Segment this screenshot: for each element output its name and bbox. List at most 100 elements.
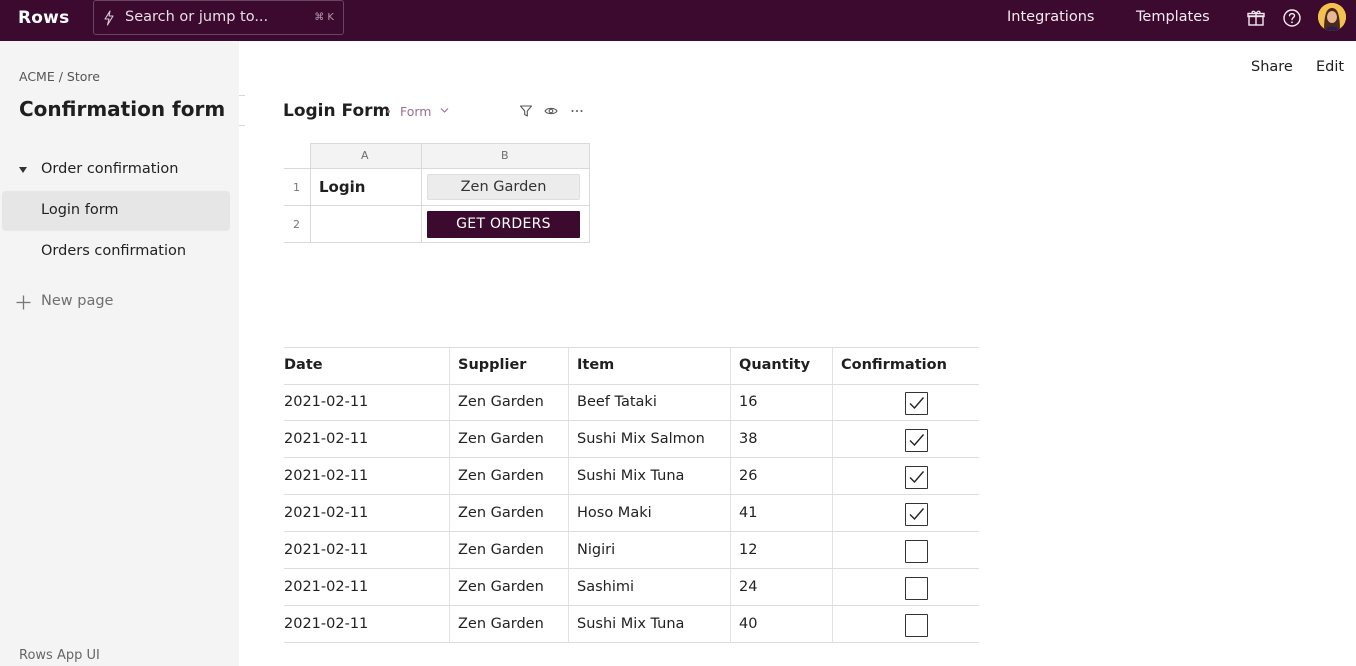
table-rule	[284, 347, 979, 348]
caret-down-icon[interactable]	[19, 167, 27, 173]
rows-logo[interactable]: Rows	[18, 8, 69, 28]
grid-line	[421, 143, 422, 243]
cell-supplier[interactable]: Zen Garden	[458, 542, 544, 558]
cell-supplier[interactable]: Zen Garden	[458, 394, 544, 410]
search-shortcut: ⌘ K	[314, 12, 334, 23]
cell-quantity[interactable]: 41	[739, 505, 757, 521]
checkmark-icon	[909, 508, 925, 521]
user-avatar[interactable]	[1318, 3, 1346, 31]
nav-integrations[interactable]: Integrations	[1007, 9, 1094, 25]
table-row: 2021-02-11 Zen Garden Hoso Maki 41	[284, 495, 979, 532]
column-header-confirmation[interactable]: Confirmation	[841, 357, 947, 373]
help-icon[interactable]	[1282, 8, 1302, 28]
cell-quantity[interactable]: 38	[739, 431, 757, 447]
edit-button[interactable]: Edit	[1316, 59, 1344, 75]
cell-item[interactable]: Hoso Maki	[577, 505, 652, 521]
row-header-2[interactable]: 2	[293, 218, 300, 231]
cell-item[interactable]: Beef Tataki	[577, 394, 657, 410]
cell-date[interactable]: 2021-02-11	[284, 394, 368, 410]
new-page-button[interactable]: New page	[41, 293, 113, 309]
cell-item[interactable]: Sashimi	[577, 579, 634, 595]
grid-line	[589, 143, 590, 243]
grid-line	[284, 242, 590, 243]
checkmark-icon	[909, 397, 925, 410]
chevron-down-icon[interactable]	[440, 107, 449, 114]
cell-date[interactable]: 2021-02-11	[284, 616, 368, 632]
grid-line	[284, 168, 590, 169]
bolt-icon	[104, 10, 114, 26]
sidebar-divider-tick	[239, 125, 245, 126]
search-box[interactable]: Search or jump to... ⌘ K	[93, 0, 344, 35]
column-header-item[interactable]: Item	[577, 357, 614, 373]
checkmark-icon	[909, 434, 925, 447]
confirmation-checkbox[interactable]	[905, 577, 928, 600]
confirmation-checkbox[interactable]	[905, 614, 928, 637]
cell-item[interactable]: Nigiri	[577, 542, 615, 558]
cell-date[interactable]: 2021-02-11	[284, 431, 368, 447]
column-header-bar	[310, 143, 590, 168]
form-type-dropdown[interactable]: Form	[400, 104, 432, 119]
cell-date[interactable]: 2021-02-11	[284, 579, 368, 595]
cell-quantity[interactable]: 16	[739, 394, 757, 410]
form-title: Login Form	[283, 101, 391, 121]
cell-item[interactable]: Sushi Mix Salmon	[577, 431, 705, 447]
row-header-1[interactable]: 1	[293, 181, 300, 194]
more-options-icon[interactable]	[570, 104, 584, 118]
table-row: 2021-02-11 Zen Garden Nigiri 12	[284, 532, 979, 569]
nav-templates[interactable]: Templates	[1136, 9, 1210, 25]
cell-item[interactable]: Sushi Mix Tuna	[577, 468, 684, 484]
sidebar-item-login-form[interactable]: Login form	[41, 202, 119, 218]
gift-icon[interactable]	[1246, 8, 1266, 28]
grid-line	[310, 143, 311, 243]
top-bar: Rows Search or jump to... ⌘ K Integratio…	[0, 0, 1356, 41]
document-title: Confirmation form	[19, 97, 226, 121]
cell-supplier[interactable]: Zen Garden	[458, 616, 544, 632]
sidebar-divider-tick	[239, 95, 245, 96]
cell-quantity[interactable]: 26	[739, 468, 757, 484]
checkmark-icon	[909, 471, 925, 484]
share-button[interactable]: Share	[1251, 59, 1293, 75]
cell-quantity[interactable]: 24	[739, 579, 757, 595]
search-placeholder: Search or jump to...	[125, 9, 269, 25]
column-header-b[interactable]: B	[501, 149, 509, 162]
grid-line	[310, 143, 590, 144]
cell-quantity[interactable]: 40	[739, 616, 757, 632]
filter-icon[interactable]	[519, 104, 533, 118]
table-row: 2021-02-11 Zen Garden Sashimi 24	[284, 569, 979, 606]
footer-label: Rows App UI	[19, 648, 100, 663]
cell-quantity[interactable]: 12	[739, 542, 757, 558]
cell-supplier[interactable]: Zen Garden	[458, 431, 544, 447]
eye-icon[interactable]	[544, 104, 558, 118]
login-form-grid: A B 1 2 Login Zen Garden GET ORDERS	[284, 143, 590, 243]
cell-supplier[interactable]: Zen Garden	[458, 579, 544, 595]
plus-icon[interactable]	[16, 295, 31, 310]
login-label: Login	[319, 178, 366, 196]
cell-supplier[interactable]: Zen Garden	[458, 505, 544, 521]
table-rule	[284, 642, 979, 643]
column-header-supplier[interactable]: Supplier	[458, 357, 526, 373]
separator-dot	[387, 110, 390, 113]
cell-date[interactable]: 2021-02-11	[284, 468, 368, 484]
sidebar-section-order-confirmation[interactable]: Order confirmation	[41, 161, 178, 177]
breadcrumb[interactable]: ACME / Store	[19, 69, 100, 84]
sidebar: ACME / Store Confirmation form Order con…	[0, 41, 239, 666]
cell-date[interactable]: 2021-02-11	[284, 542, 368, 558]
cell-item[interactable]: Sushi Mix Tuna	[577, 616, 684, 632]
column-header-a[interactable]: A	[361, 149, 369, 162]
grid-line	[284, 205, 590, 206]
column-header-quantity[interactable]: Quantity	[739, 357, 810, 373]
table-row: 2021-02-11 Zen Garden Beef Tataki 16	[284, 384, 979, 421]
column-header-date[interactable]: Date	[284, 357, 323, 373]
confirmation-checkbox-checked[interactable]	[905, 466, 928, 489]
table-row: 2021-02-11 Zen Garden Sushi Mix Tuna 40	[284, 606, 979, 643]
sidebar-item-orders-confirmation[interactable]: Orders confirmation	[41, 243, 186, 259]
table-row: 2021-02-11 Zen Garden Sushi Mix Salmon 38	[284, 421, 979, 458]
cell-date[interactable]: 2021-02-11	[284, 505, 368, 521]
confirmation-checkbox-checked[interactable]	[905, 392, 928, 415]
confirmation-checkbox-checked[interactable]	[905, 429, 928, 452]
confirmation-checkbox-checked[interactable]	[905, 503, 928, 526]
login-select-input[interactable]: Zen Garden	[427, 174, 580, 200]
confirmation-checkbox[interactable]	[905, 540, 928, 563]
cell-supplier[interactable]: Zen Garden	[458, 468, 544, 484]
get-orders-button[interactable]: GET ORDERS	[427, 211, 580, 238]
